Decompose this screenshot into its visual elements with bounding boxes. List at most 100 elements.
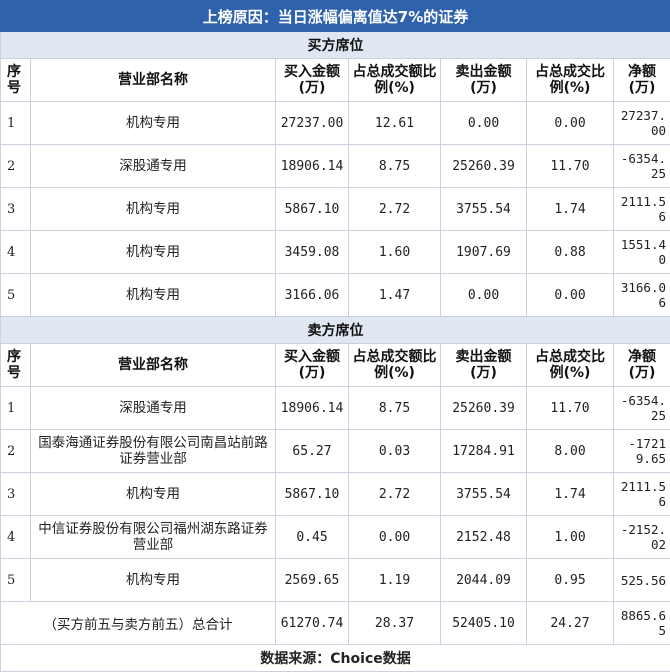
sell-percent: 0.88 — [527, 231, 614, 274]
sell-section-label: 卖方席位 — [1, 317, 670, 344]
col-header-name: 营业部名称 — [31, 59, 276, 102]
data-source: 数据来源：Choice数据 — [1, 645, 670, 672]
sell-amount: 25260.39 — [441, 145, 527, 188]
branch-name: 机构专用 — [31, 102, 276, 145]
col-header-name: 营业部名称 — [31, 344, 276, 387]
total-net-amount: 8865.65 — [614, 602, 670, 645]
buy-amount: 18906.14 — [276, 145, 349, 188]
row-index: 2 — [1, 145, 31, 188]
buy-percent: 1.60 — [349, 231, 441, 274]
branch-name: 深股通专用 — [31, 387, 276, 430]
table-title: 上榜原因：当日涨幅偏离值达7%的证券 — [1, 1, 670, 32]
sell-percent: 0.00 — [527, 274, 614, 317]
net-amount: -6354.25 — [614, 145, 670, 188]
buy-section-label: 买方席位 — [1, 32, 670, 59]
row-index: 5 — [1, 274, 31, 317]
sell-section-row: 卖方席位 — [1, 317, 670, 344]
col-header-sell-pct: 占总成交比例(%) — [527, 59, 614, 102]
buy-amount: 65.27 — [276, 430, 349, 473]
table-row: 4机构专用3459.081.601907.690.881551.40 — [1, 231, 670, 274]
buy-percent: 0.00 — [349, 516, 441, 559]
branch-name: 机构专用 — [31, 473, 276, 516]
net-amount: 27237.00 — [614, 102, 670, 145]
buy-amount: 18906.14 — [276, 387, 349, 430]
buy-percent: 8.75 — [349, 387, 441, 430]
col-header-buy-pct: 占总成交额比例(%) — [349, 344, 441, 387]
sell-amount: 3755.54 — [441, 473, 527, 516]
sell-amount: 3755.54 — [441, 188, 527, 231]
sell-amount: 17284.91 — [441, 430, 527, 473]
buy-amount: 27237.00 — [276, 102, 349, 145]
sell-percent: 1.00 — [527, 516, 614, 559]
sell-amount: 2152.48 — [441, 516, 527, 559]
buy-amount: 0.45 — [276, 516, 349, 559]
sell-header-row: 序号营业部名称买入金额(万)占总成交额比例(%)卖出金额(万)占总成交比例(%)… — [1, 344, 670, 387]
row-index: 5 — [1, 559, 31, 602]
total-buy-percent: 28.37 — [349, 602, 441, 645]
table-row: 3机构专用5867.102.723755.541.742111.56 — [1, 473, 670, 516]
sell-amount: 1907.69 — [441, 231, 527, 274]
sell-percent: 1.74 — [527, 188, 614, 231]
col-header-buy-pct: 占总成交额比例(%) — [349, 59, 441, 102]
branch-name: 深股通专用 — [31, 145, 276, 188]
table-row: 4中信证券股份有限公司福州湖东路证券营业部0.450.002152.481.00… — [1, 516, 670, 559]
row-index: 3 — [1, 473, 31, 516]
col-header-buy-amount: 买入金额(万) — [276, 344, 349, 387]
total-row: （买方前五与卖方前五）总合计61270.7428.3752405.1024.27… — [1, 602, 670, 645]
title-row: 上榜原因：当日涨幅偏离值达7%的证券 — [1, 1, 670, 32]
buy-percent: 0.03 — [349, 430, 441, 473]
col-header-net: 净额(万) — [614, 59, 670, 102]
buy-percent: 12.61 — [349, 102, 441, 145]
col-header-buy-amount: 买入金额(万) — [276, 59, 349, 102]
sell-percent: 1.74 — [527, 473, 614, 516]
table-row: 5机构专用3166.061.470.000.003166.06 — [1, 274, 670, 317]
net-amount: 2111.56 — [614, 473, 670, 516]
col-header-net: 净额(万) — [614, 344, 670, 387]
sell-percent: 0.00 — [527, 102, 614, 145]
sell-percent: 11.70 — [527, 387, 614, 430]
buy-amount: 3459.08 — [276, 231, 349, 274]
table-row: 1深股通专用18906.148.7525260.3911.70-6354.25 — [1, 387, 670, 430]
total-buy-amount: 61270.74 — [276, 602, 349, 645]
col-header-sell-amount: 卖出金额(万) — [441, 344, 527, 387]
sell-percent: 8.00 — [527, 430, 614, 473]
buy-amount: 5867.10 — [276, 473, 349, 516]
col-header-sell-pct: 占总成交比例(%) — [527, 344, 614, 387]
branch-name: 机构专用 — [31, 559, 276, 602]
buy-percent: 2.72 — [349, 473, 441, 516]
net-amount: -17219.65 — [614, 430, 670, 473]
table-row: 2国泰海通证券股份有限公司南昌站前路证券营业部65.270.0317284.91… — [1, 430, 670, 473]
buy-percent: 8.75 — [349, 145, 441, 188]
net-amount: 1551.40 — [614, 231, 670, 274]
row-index: 4 — [1, 231, 31, 274]
buy-amount: 2569.65 — [276, 559, 349, 602]
buy-percent: 1.19 — [349, 559, 441, 602]
net-amount: 3166.06 — [614, 274, 670, 317]
row-index: 4 — [1, 516, 31, 559]
table-row: 2深股通专用18906.148.7525260.3911.70-6354.25 — [1, 145, 670, 188]
total-label: （买方前五与卖方前五）总合计 — [1, 602, 276, 645]
sell-percent: 0.95 — [527, 559, 614, 602]
net-amount: 525.56 — [614, 559, 670, 602]
sell-percent: 11.70 — [527, 145, 614, 188]
row-index: 1 — [1, 102, 31, 145]
row-index: 3 — [1, 188, 31, 231]
buy-amount: 3166.06 — [276, 274, 349, 317]
sell-amount: 25260.39 — [441, 387, 527, 430]
row-index: 1 — [1, 387, 31, 430]
sell-amount: 0.00 — [441, 274, 527, 317]
total-sell-percent: 24.27 — [527, 602, 614, 645]
table-row: 1机构专用27237.0012.610.000.0027237.00 — [1, 102, 670, 145]
col-header-idx: 序号 — [1, 344, 31, 387]
buy-percent: 2.72 — [349, 188, 441, 231]
branch-name: 机构专用 — [31, 274, 276, 317]
buy-percent: 1.47 — [349, 274, 441, 317]
table-row: 5机构专用2569.651.192044.090.95525.56 — [1, 559, 670, 602]
branch-name: 机构专用 — [31, 231, 276, 274]
branch-name: 国泰海通证券股份有限公司南昌站前路证券营业部 — [31, 430, 276, 473]
buy-amount: 5867.10 — [276, 188, 349, 231]
footer-row: 数据来源：Choice数据 — [1, 645, 670, 672]
col-header-idx: 序号 — [1, 59, 31, 102]
table-row: 3机构专用5867.102.723755.541.742111.56 — [1, 188, 670, 231]
net-amount: -2152.02 — [614, 516, 670, 559]
